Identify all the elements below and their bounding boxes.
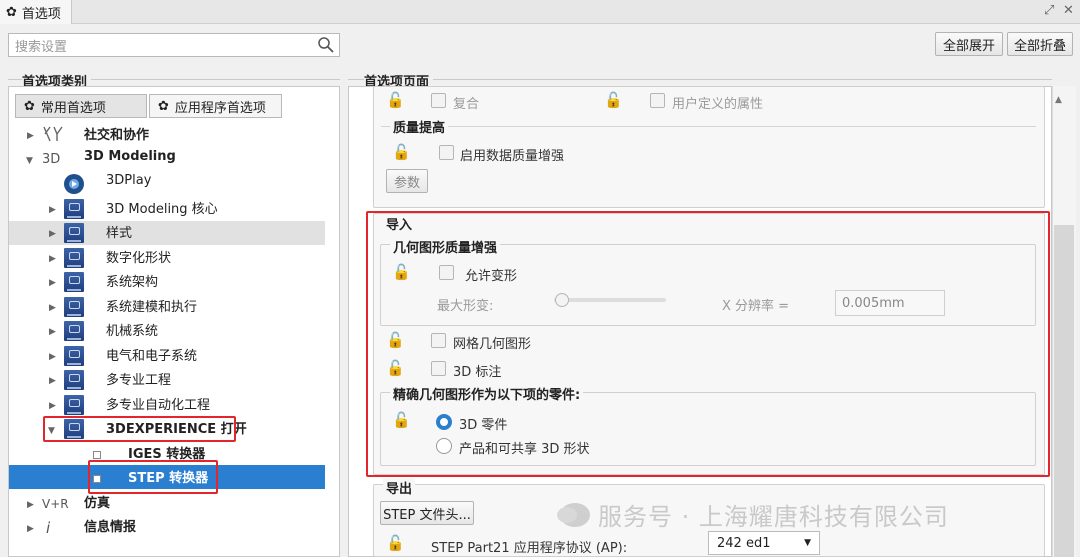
parameters-button[interactable]: 参数 [386, 169, 428, 193]
expand-arrow-icon[interactable]: ▶ [49, 205, 56, 215]
expand-arrow-icon[interactable]: ▶ [49, 303, 56, 313]
tree-item-multi-discipline[interactable]: 多专业工程 [106, 369, 171, 388]
tree-item-info-intelligence[interactable]: 信息情报 [84, 516, 136, 535]
collapse-arrow-icon[interactable]: ▼ [26, 156, 33, 166]
module-icon [64, 223, 84, 243]
unlock-icon[interactable]: 🔓 [386, 91, 405, 109]
tree-item-system-architecture[interactable]: 系统架构 [106, 271, 158, 290]
tab-label: 应用程序首选项 [174, 100, 266, 116]
step-header-button[interactable]: STEP 文件头... [380, 501, 474, 525]
quality-group-title: 质量提高 [390, 117, 449, 136]
tree-item-style[interactable]: 样式 [106, 222, 132, 241]
tree-leaf-box [93, 451, 101, 459]
module-icon [64, 321, 84, 341]
tree-item-simulation[interactable]: 仿真 [84, 492, 110, 511]
preferences-tab[interactable]: ✿ 首选项 [0, 0, 72, 24]
expand-arrow-icon[interactable]: ▶ [27, 500, 34, 510]
maximize-icon[interactable]: ⤢ [1044, 3, 1054, 18]
gear-icon: ✿ [24, 98, 35, 114]
expand-arrow-icon[interactable]: ▶ [49, 254, 56, 264]
close-icon[interactable]: ✕ [1063, 3, 1074, 18]
annotation-box-step [88, 460, 218, 494]
tree-item-multi-discipline-automation[interactable]: 多专业自动化工程 [106, 394, 210, 413]
expand-arrow-icon[interactable]: ▶ [27, 524, 34, 534]
tree-item-mechanical-systems[interactable]: 机械系统 [106, 320, 158, 339]
divider [381, 126, 1036, 127]
watermark-text: 服务号 · 上海耀唐科技有限公司 [598, 503, 949, 531]
module-icon [64, 297, 84, 317]
info-intelligence-icon: i [46, 519, 51, 537]
gear-icon: ✿ [6, 4, 17, 20]
annotation-box-3dexperience [43, 416, 236, 442]
user-attributes-label: 用户定义的属性 [672, 97, 764, 112]
unlock-icon[interactable]: 🔓 [386, 534, 405, 552]
tab-label: 常用首选项 [40, 100, 106, 116]
search-icon[interactable] [317, 36, 335, 54]
simulation-icon: V+R [42, 497, 69, 511]
expand-arrow-icon[interactable]: ▶ [49, 401, 56, 411]
scrollbar-thumb[interactable] [1054, 225, 1074, 557]
3d-icon: 3D [42, 152, 61, 167]
ap-protocol-label: STEP Part21 应用程序协议 (AP): [431, 541, 628, 556]
tree-item-3dplay[interactable]: 3DPlay [106, 173, 151, 188]
search-input[interactable]: 搜索设置 [8, 33, 340, 57]
tree-item-digital-shape[interactable]: 数字化形状 [106, 247, 171, 266]
export-group-title: 导出 [383, 478, 416, 497]
tree-item-social[interactable]: 社交和协作 [84, 124, 149, 143]
search-placeholder: 搜索设置 [15, 39, 68, 55]
quality-enhance-label: 启用数据质量增强 [460, 149, 565, 164]
watermark: 服务号 · 上海耀唐科技有限公司 [557, 497, 949, 532]
expand-arrow-icon[interactable]: ▶ [27, 131, 34, 141]
tab-app-preferences[interactable]: ✿ 应用程序首选项 [149, 94, 282, 118]
unlock-icon[interactable]: 🔓 [604, 91, 623, 109]
composite-checkbox[interactable] [431, 93, 446, 108]
tree-row-style-highlight [9, 221, 325, 245]
expand-arrow-icon[interactable]: ▶ [49, 278, 56, 288]
gear-icon: ✿ [158, 98, 169, 114]
module-icon [64, 395, 84, 415]
module-icon [64, 370, 84, 390]
divider [348, 79, 1052, 80]
module-icon [64, 272, 84, 292]
annotation-box-import [366, 211, 1050, 477]
3dplay-icon [64, 174, 84, 194]
tree-item-electrical[interactable]: 电气和电子系统 [106, 345, 197, 364]
expand-arrow-icon[interactable]: ▶ [49, 376, 56, 386]
module-icon [64, 346, 84, 366]
user-attributes-checkbox[interactable] [650, 93, 665, 108]
composite-label: 复合 [453, 97, 480, 112]
expand-arrow-icon[interactable]: ▶ [49, 352, 56, 362]
tree-item-3d-modeling[interactable]: 3D Modeling [84, 149, 176, 164]
module-icon [64, 199, 84, 219]
tree-item-3d-modeling-core[interactable]: 3D Modeling 核心 [106, 198, 218, 217]
window-titlebar: ✿ 首选项 ⤢ ✕ [0, 0, 1080, 24]
quality-enhance-checkbox[interactable] [439, 145, 454, 160]
expand-all-button[interactable]: 全部展开 [935, 32, 1003, 56]
unlock-icon[interactable]: 🔓 [392, 143, 411, 161]
module-icon [64, 248, 84, 268]
tab-common-preferences[interactable]: ✿ 常用首选项 [15, 94, 147, 118]
expand-arrow-icon[interactable]: ▶ [49, 327, 56, 337]
chevron-down-icon: ▼ [804, 538, 811, 548]
scroll-up-icon[interactable]: ▲ [1055, 95, 1062, 105]
collapse-all-button[interactable]: 全部折叠 [1007, 32, 1073, 56]
expand-arrow-icon[interactable]: ▶ [49, 229, 56, 239]
tree-item-system-modeling[interactable]: 系统建模和执行 [106, 296, 197, 315]
social-icon [43, 126, 63, 142]
ap-protocol-select[interactable]: 242 ed1 ▼ [708, 531, 820, 555]
window-title: 首选项 [21, 6, 61, 22]
wechat-icon [557, 502, 590, 527]
ap-protocol-value: 242 ed1 [717, 535, 771, 551]
